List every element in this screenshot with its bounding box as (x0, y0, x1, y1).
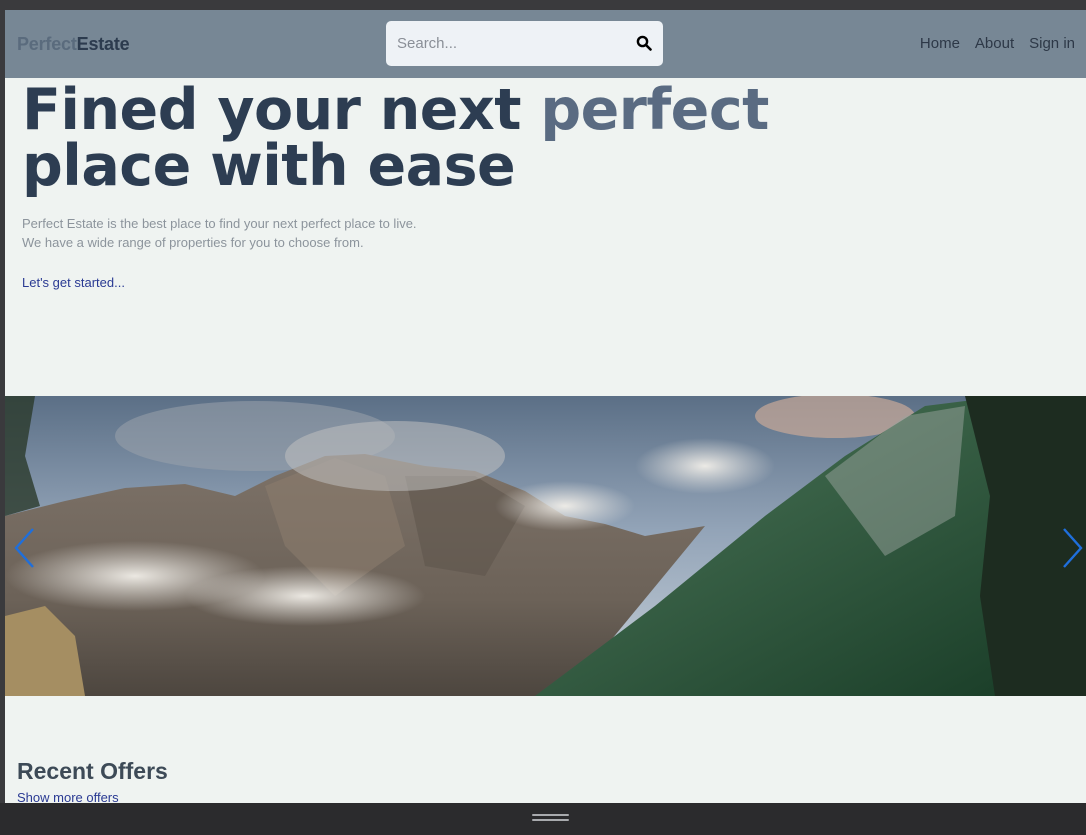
bottom-panel-bar (0, 803, 1086, 835)
hero-desc-line2: We have a wide range of properties for y… (22, 235, 364, 250)
hero-description: Perfect Estate is the best place to find… (22, 214, 417, 252)
resize-handle-icon[interactable] (532, 814, 569, 823)
search-box (386, 21, 663, 66)
nav-links: Home About Sign in (920, 35, 1075, 52)
chevron-right-icon[interactable] (1058, 526, 1086, 570)
show-more-offers-link[interactable]: Show more offers (17, 790, 119, 803)
window-top-border (0, 0, 1086, 10)
search-icon[interactable] (636, 35, 652, 51)
hero-title-line2: place with ease (22, 133, 516, 199)
brand-logo[interactable]: PerfectEstate (17, 34, 130, 55)
nav-link-home[interactable]: Home (920, 35, 960, 52)
nav-link-about[interactable]: About (975, 35, 1014, 52)
navbar: PerfectEstate Home About Sign in (5, 10, 1086, 78)
chevron-left-icon[interactable] (11, 526, 39, 570)
recent-offers-title: Recent Offers (17, 758, 168, 784)
nav-link-sign-in[interactable]: Sign in (1029, 35, 1075, 52)
get-started-link[interactable]: Let's get started... (22, 275, 125, 290)
search-input[interactable] (386, 21, 626, 66)
hero-title-accent: perfect (540, 77, 769, 143)
carousel-image-mountains (5, 396, 1086, 696)
page-viewport: PerfectEstate Home About Sign in Fined y… (5, 10, 1086, 803)
hero-desc-line1: Perfect Estate is the best place to find… (22, 216, 417, 231)
hero-carousel (5, 396, 1086, 696)
brand-part2: Estate (76, 34, 130, 54)
hero-title: Fined your next perfect place with ease (22, 82, 769, 195)
brand-part1: Perfect (17, 34, 77, 54)
